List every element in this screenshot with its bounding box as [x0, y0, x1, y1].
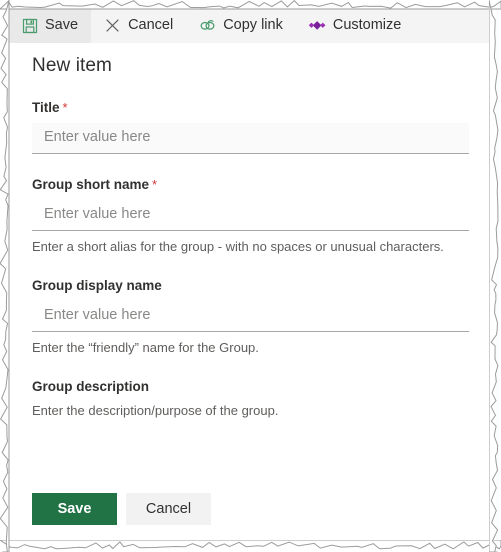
command-save[interactable]: Save [8, 8, 92, 43]
field-description-group-description: Enter the description/purpose of the gro… [32, 403, 279, 418]
command-customize[interactable]: Customize [296, 8, 415, 43]
chain-link-icon [199, 17, 216, 34]
command-copy-link[interactable]: Copy link [186, 8, 296, 43]
snipped-screenshot: Save Cancel Copy link Customize New item… [0, 0, 501, 552]
command-save-label: Save [45, 17, 79, 34]
command-cancel[interactable]: Cancel [91, 8, 186, 43]
command-customize-label: Customize [332, 17, 402, 34]
field-label-title-text: Title [32, 100, 60, 115]
field-description-group-display-name: Enter the “friendly” name for the Group. [32, 340, 259, 355]
customize-diamonds-icon [308, 17, 326, 34]
field-label-group-short-name: Group short name * [32, 177, 469, 193]
command-bar: Save Cancel Copy link Customize [8, 8, 493, 43]
field-label-group-display-name: Group display name [32, 278, 469, 294]
field-group-group-description: Group description Enter the description/… [32, 379, 469, 419]
field-group-group-short-name: Group short name* Enter a short alias fo… [32, 177, 469, 255]
field-input-wrap-group-short-name[interactable] [32, 200, 469, 231]
field-label-group-description-text: Group description [32, 379, 150, 394]
group-short-name-input[interactable] [32, 200, 469, 230]
field-input-wrap-title[interactable] [32, 123, 469, 154]
field-label-group-short-name-text: Group short name [32, 177, 150, 192]
field-input-wrap-group-display-name[interactable] [32, 301, 469, 332]
required-asterisk: * [62, 100, 68, 115]
command-copy-link-label: Copy link [223, 17, 283, 34]
save-button[interactable]: Save [32, 493, 117, 525]
required-asterisk: * [152, 177, 158, 192]
command-cancel-label: Cancel [128, 17, 174, 34]
field-label-group-description: Group description [32, 379, 469, 395]
group-display-name-input[interactable] [32, 301, 469, 331]
form-panel: New item Title* Group short name* Enter … [8, 43, 493, 542]
field-label-title: Title * [32, 100, 469, 116]
form-actions: Save Cancel [32, 493, 211, 525]
field-group-title: Title * [32, 100, 469, 154]
field-description-group-short-name: Enter a short alias for the group - with… [32, 239, 444, 254]
title-input[interactable] [32, 123, 469, 153]
cancel-button[interactable]: Cancel [126, 493, 211, 525]
page-title: New item [32, 55, 112, 76]
close-x-icon [104, 17, 121, 34]
save-floppy-icon [21, 17, 38, 34]
field-group-group-display-name: Group display name Enter the “friendly” … [32, 278, 469, 356]
field-label-group-display-name-text: Group display name [32, 278, 162, 293]
